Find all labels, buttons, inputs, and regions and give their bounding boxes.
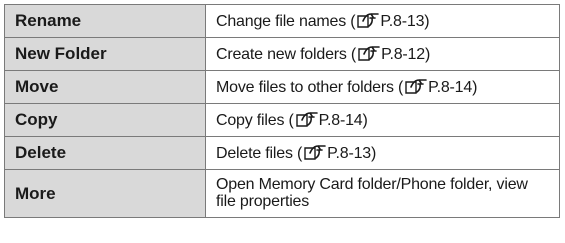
- function-name: Copy: [4, 103, 206, 137]
- closing-paren: ): [424, 12, 430, 30]
- description-text: Copy files (: [216, 111, 294, 129]
- page-reference-icon: [405, 78, 427, 94]
- function-description: Create new folders ( P.8-12): [205, 37, 560, 71]
- description-text: Open Memory Card folder/Phone folder, vi…: [216, 176, 528, 210]
- description-text: Move files to other folders (: [216, 78, 404, 96]
- table-row: Move Move files to other folders ( P.8-14…: [4, 70, 560, 104]
- function-description: Copy files ( P.8-14): [205, 103, 560, 137]
- page-reference: P.8-12: [381, 45, 425, 63]
- description-text: Create new folders (: [216, 45, 357, 63]
- page-reference: P.8-14: [428, 78, 473, 96]
- table-row: Rename Change file names ( P.8-13): [4, 4, 560, 38]
- function-name: New Folder: [4, 37, 206, 71]
- function-description: Change file names ( P.8-13): [205, 4, 560, 38]
- page-reference: P.8-13: [327, 144, 372, 162]
- closing-paren: ): [472, 78, 478, 96]
- description-text: Delete files (: [216, 144, 303, 162]
- page-reference-icon: [358, 45, 380, 61]
- function-name: Delete: [4, 136, 206, 170]
- table-row: Delete Delete files ( P.8-13): [4, 136, 560, 170]
- description-text: Change file names (: [216, 12, 356, 30]
- closing-paren: ): [424, 45, 431, 63]
- page-reference: P.8-13: [380, 12, 425, 30]
- function-description: Delete files ( P.8-13): [205, 136, 560, 170]
- table-row: Copy Copy files ( P.8-14): [4, 103, 560, 137]
- function-name: Move: [4, 70, 206, 104]
- function-name: Rename: [4, 4, 206, 38]
- page-reference-icon: [304, 144, 326, 160]
- page-reference-icon: [295, 111, 318, 127]
- table-row: New Folder Create new folders ( P.8-12): [4, 37, 560, 71]
- page-reference: P.8-14: [318, 111, 363, 129]
- function-description: Open Memory Card folder/Phone folder, vi…: [205, 169, 560, 218]
- table-row: More Open Memory Card folder/Phone folde…: [4, 169, 560, 218]
- function-name: More: [4, 169, 206, 218]
- page-reference-icon: [357, 12, 380, 28]
- function-description: Move files to other folders ( P.8-14): [205, 70, 560, 104]
- function-table: Rename Change file names ( P.8-13) New Fo…: [4, 4, 560, 218]
- closing-paren: ): [362, 111, 368, 129]
- closing-paren: ): [371, 144, 377, 162]
